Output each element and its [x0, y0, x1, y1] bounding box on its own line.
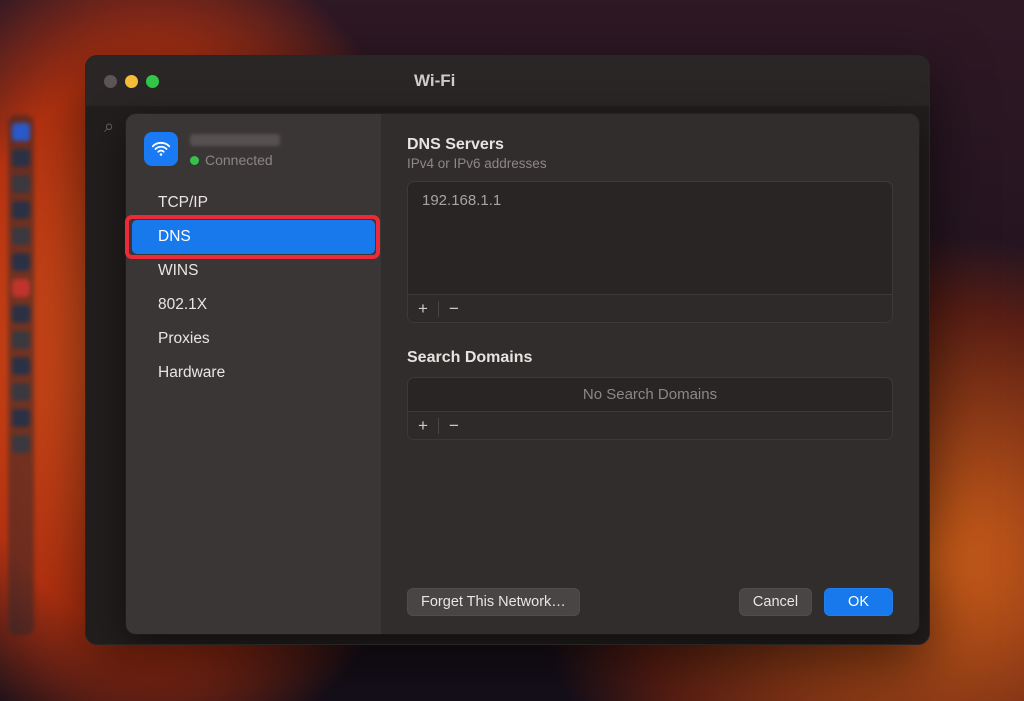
- network-name-redacted: [190, 134, 280, 146]
- sheet-main: DNS Servers IPv4 or IPv6 addresses 192.1…: [381, 114, 919, 634]
- zoom-button[interactable]: [146, 75, 159, 88]
- forget-network-button[interactable]: Forget This Network…: [407, 588, 580, 616]
- wifi-icon: [144, 132, 178, 166]
- search-domains-empty: No Search Domains: [408, 378, 892, 411]
- sidebar-tabs: TCP/IP DNS WINS 802.1X Proxies Hardware: [126, 186, 381, 390]
- dns-section-title: DNS Servers: [407, 136, 893, 154]
- titlebar: Wi-Fi: [86, 56, 929, 106]
- dns-servers-list[interactable]: 192.168.1.1 + −: [407, 181, 893, 323]
- preferences-window: Wi-Fi ⌕ Connected: [85, 55, 930, 645]
- sidebar-item-dns[interactable]: DNS: [132, 220, 375, 254]
- status-label: Connected: [205, 152, 273, 168]
- minimize-button[interactable]: [125, 75, 138, 88]
- network-settings-sheet: Connected TCP/IP DNS WINS 802.1X Proxies…: [126, 114, 919, 634]
- sidebar-item-tcpip[interactable]: TCP/IP: [126, 186, 381, 220]
- network-status: Connected: [190, 152, 280, 168]
- search-domains-list[interactable]: No Search Domains + −: [407, 377, 893, 440]
- close-button[interactable]: [104, 75, 117, 88]
- add-dns-button[interactable]: +: [408, 295, 438, 323]
- sidebar-item-proxies[interactable]: Proxies: [126, 322, 381, 356]
- sidebar-item-8021x[interactable]: 802.1X: [126, 288, 381, 322]
- sheet-footer: Forget This Network… Cancel OK: [407, 574, 893, 616]
- dns-server-row[interactable]: 192.168.1.1: [422, 192, 878, 209]
- remove-dns-button[interactable]: −: [439, 295, 469, 323]
- dns-section-subtitle: IPv4 or IPv6 addresses: [407, 156, 893, 171]
- cancel-button[interactable]: Cancel: [739, 588, 812, 616]
- add-domain-button[interactable]: +: [408, 412, 438, 440]
- status-dot-icon: [190, 156, 199, 165]
- sidebar-item-wins[interactable]: WINS: [126, 254, 381, 288]
- remove-domain-button[interactable]: −: [439, 412, 469, 440]
- search-domains-section: Search Domains No Search Domains + −: [407, 349, 893, 440]
- sheet-sidebar: Connected TCP/IP DNS WINS 802.1X Proxies…: [126, 114, 381, 634]
- search-domains-title: Search Domains: [407, 349, 893, 367]
- dock-blur: [8, 115, 34, 635]
- sidebar-item-hardware[interactable]: Hardware: [126, 356, 381, 390]
- ok-button[interactable]: OK: [824, 588, 893, 616]
- dns-servers-section: DNS Servers IPv4 or IPv6 addresses 192.1…: [407, 136, 893, 323]
- network-header: Connected: [126, 132, 381, 182]
- window-controls: [104, 75, 159, 88]
- window-title: Wi-Fi: [414, 71, 455, 91]
